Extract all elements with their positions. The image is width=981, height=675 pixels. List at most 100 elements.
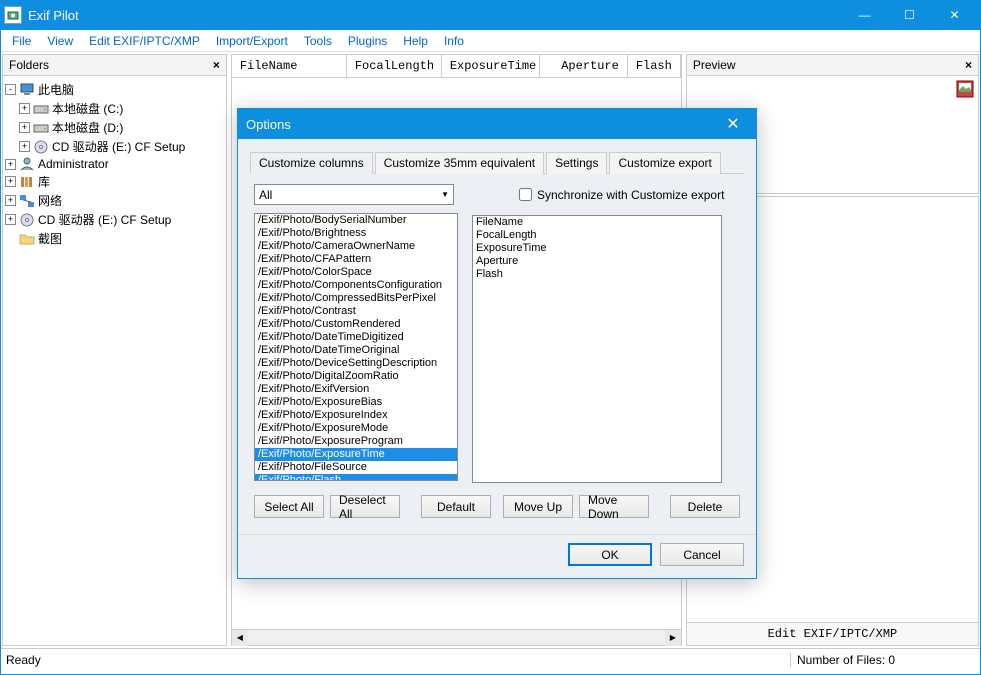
list-item[interactable]: FocalLength <box>473 229 721 242</box>
status-bar: Ready Number of Files: 0 <box>0 648 981 670</box>
list-item[interactable]: /Exif/Photo/ColorSpace <box>255 266 457 279</box>
filter-dropdown[interactable]: All ▼ <box>254 184 454 205</box>
list-item[interactable]: /Exif/Photo/DigitalZoomRatio <box>255 370 457 383</box>
edit-exif-button[interactable]: Edit EXIF/IPTC/XMP <box>687 622 978 645</box>
menu-file[interactable]: File <box>4 32 39 50</box>
scroll-left-icon[interactable]: ◀ <box>232 630 248 646</box>
menu-help[interactable]: Help <box>395 32 436 50</box>
list-item[interactable]: /Exif/Photo/Flash <box>255 474 457 481</box>
list-item[interactable]: /Exif/Photo/CameraOwnerName <box>255 240 457 253</box>
tree-expander-icon[interactable]: + <box>5 214 16 225</box>
tree-expander-icon[interactable]: + <box>5 159 16 170</box>
dialog-tabs: Customize columns Customize 35mm equival… <box>250 151 744 174</box>
user-icon <box>19 157 35 171</box>
folders-close-icon[interactable]: × <box>213 58 220 72</box>
list-item[interactable]: /Exif/Photo/ExposureTime <box>255 448 457 461</box>
tree-item[interactable]: + 本地磁盘 (C:) <box>19 99 224 118</box>
tree-item[interactable]: +网络 <box>5 191 224 210</box>
scroll-right-icon[interactable]: ▶ <box>665 630 681 646</box>
list-item[interactable]: /Exif/Photo/BodySerialNumber <box>255 214 457 227</box>
list-item[interactable]: ExposureTime <box>473 242 721 255</box>
sync-checkbox[interactable] <box>519 188 532 201</box>
dialog-titlebar[interactable]: Options ✕ <box>238 109 756 139</box>
tree-label: 本地磁盘 (D:) <box>52 119 123 136</box>
horizontal-scrollbar[interactable]: ◀ ▶ <box>232 629 681 645</box>
chevron-down-icon: ▼ <box>441 190 449 199</box>
list-item[interactable]: Flash <box>473 268 721 281</box>
tree-item[interactable]: 截图 <box>5 229 224 248</box>
cancel-button[interactable]: Cancel <box>660 543 744 566</box>
preview-header: Preview × <box>687 55 978 76</box>
default-button[interactable]: Default <box>421 495 491 518</box>
list-item[interactable]: /Exif/Photo/ExposureProgram <box>255 435 457 448</box>
tree-expander-icon[interactable]: - <box>5 84 16 95</box>
menu-view[interactable]: View <box>39 32 81 50</box>
tab-customize-columns[interactable]: Customize columns <box>250 152 373 174</box>
tree-expander-icon[interactable]: + <box>5 176 16 187</box>
close-button[interactable]: ✕ <box>932 0 977 30</box>
list-item[interactable]: /Exif/Photo/FileSource <box>255 461 457 474</box>
tree-item[interactable]: +Administrator <box>5 156 224 172</box>
menu-plugins[interactable]: Plugins <box>340 32 395 50</box>
list-item[interactable]: FileName <box>473 216 721 229</box>
status-ready: Ready <box>6 653 790 667</box>
move-down-button[interactable]: Move Down <box>579 495 649 518</box>
preview-close-icon[interactable]: × <box>965 58 972 72</box>
menu-edit-exif[interactable]: Edit EXIF/IPTC/XMP <box>81 32 208 50</box>
list-item[interactable]: /Exif/Photo/ExposureIndex <box>255 409 457 422</box>
list-item[interactable]: /Exif/Photo/ExposureMode <box>255 422 457 435</box>
list-item[interactable]: /Exif/Photo/ExposureBias <box>255 396 457 409</box>
tree-item[interactable]: -此电脑 <box>5 80 224 99</box>
menu-import-export[interactable]: Import/Export <box>208 32 296 50</box>
list-item[interactable]: /Exif/Photo/CustomRendered <box>255 318 457 331</box>
tab-customize-export[interactable]: Customize export <box>609 152 720 174</box>
menu-tools[interactable]: Tools <box>296 32 340 50</box>
cd-icon <box>19 213 35 227</box>
list-item[interactable]: /Exif/Photo/CFAPattern <box>255 253 457 266</box>
folders-panel: Folders × -此电脑 + 本地磁盘 (C:) + 本地磁盘 (D:) + CD 驱动… <box>2 54 227 646</box>
tree-expander-icon[interactable]: + <box>19 122 30 133</box>
tree-expander-icon[interactable]: + <box>19 103 30 114</box>
tree-label: CD 驱动器 (E:) CF Setup <box>52 138 185 155</box>
tree-label: CD 驱动器 (E:) CF Setup <box>38 211 171 228</box>
col-focallength[interactable]: FocalLength <box>347 55 442 77</box>
deselect-all-button[interactable]: Deselect All <box>330 495 400 518</box>
list-item[interactable]: /Exif/Photo/DateTimeOriginal <box>255 344 457 357</box>
move-up-button[interactable]: Move Up <box>503 495 573 518</box>
tree-item[interactable]: +库 <box>5 172 224 191</box>
list-item[interactable]: /Exif/Photo/ComponentsConfiguration <box>255 279 457 292</box>
tree-item[interactable]: + 本地磁盘 (D:) <box>19 118 224 137</box>
list-item[interactable]: /Exif/Photo/ExifVersion <box>255 383 457 396</box>
drive-icon <box>33 121 49 135</box>
col-aperture[interactable]: Aperture <box>540 55 628 77</box>
menu-info[interactable]: Info <box>436 32 472 50</box>
dialog-close-icon[interactable]: ✕ <box>718 109 748 139</box>
list-item[interactable]: /Exif/Photo/Contrast <box>255 305 457 318</box>
ok-button[interactable]: OK <box>568 543 652 566</box>
maximize-button[interactable]: ☐ <box>887 0 932 30</box>
minimize-button[interactable]: — <box>842 0 887 30</box>
available-fields-list[interactable]: /Exif/Photo/BodySerialNumber/Exif/Photo/… <box>254 213 458 481</box>
col-flash[interactable]: Flash <box>628 55 681 77</box>
list-item[interactable]: /Exif/Photo/DateTimeDigitized <box>255 331 457 344</box>
tree-item[interactable]: + CD 驱动器 (E:) CF Setup <box>19 137 224 156</box>
tab-settings[interactable]: Settings <box>546 152 607 174</box>
list-item[interactable]: /Exif/Photo/DeviceSettingDescription <box>255 357 457 370</box>
tree-label: 本地磁盘 (C:) <box>52 100 123 117</box>
delete-button[interactable]: Delete <box>670 495 740 518</box>
selected-columns-list[interactable]: FileNameFocalLengthExposureTimeApertureF… <box>472 215 722 483</box>
list-item[interactable]: /Exif/Photo/Brightness <box>255 227 457 240</box>
col-exposuretime[interactable]: ExposureTime <box>442 55 540 77</box>
list-item[interactable]: /Exif/Photo/CompressedBitsPerPixel <box>255 292 457 305</box>
select-all-button[interactable]: Select All <box>254 495 324 518</box>
folders-title: Folders <box>9 58 213 72</box>
tree-expander-icon[interactable]: + <box>5 195 16 206</box>
tree-expander-icon[interactable]: + <box>19 141 30 152</box>
title-bar: Exif Pilot — ☐ ✕ <box>0 0 981 30</box>
menu-bar: File View Edit EXIF/IPTC/XMP Import/Expo… <box>0 30 981 52</box>
tab-customize-35mm[interactable]: Customize 35mm equivalent <box>375 152 544 174</box>
list-item[interactable]: Aperture <box>473 255 721 268</box>
col-filename[interactable]: FileName <box>232 55 347 77</box>
folder-tree[interactable]: -此电脑 + 本地磁盘 (C:) + 本地磁盘 (D:) + CD 驱动器 (E:) CF … <box>3 76 226 645</box>
tree-item[interactable]: + CD 驱动器 (E:) CF Setup <box>5 210 224 229</box>
